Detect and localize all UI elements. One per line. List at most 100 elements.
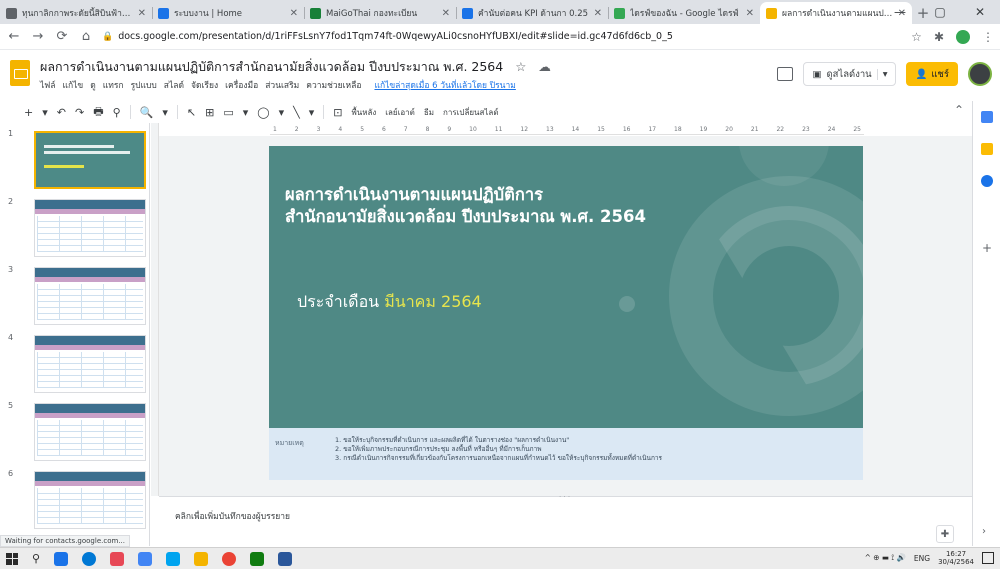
toolbar-button-20[interactable]: ⊡ <box>333 106 342 119</box>
slide-thumbnail[interactable] <box>34 267 146 325</box>
toolbar-background-button[interactable]: พื้นหลัง <box>351 106 376 119</box>
taskbar-app-icon[interactable] <box>110 551 125 566</box>
toolbar-button-12[interactable]: ⊞ <box>205 106 214 119</box>
slide-thumbnail-row[interactable]: 2 <box>0 195 150 261</box>
keep-icon[interactable] <box>981 143 993 155</box>
clock[interactable]: 16:27 30/4/2564 <box>938 550 974 566</box>
slide-subtitle[interactable]: ประจำเดือน มีนาคม 2564 <box>297 290 482 315</box>
slide-filmstrip[interactable]: 1 2 3 4 5 6 <box>0 123 150 546</box>
notes-resize-handle[interactable]: · · · <box>559 493 570 501</box>
speaker-notes-placeholder[interactable]: คลิกเพื่อเพิ่มบันทึกของผู้บรรยาย <box>175 509 290 523</box>
explore-button[interactable]: ✚ <box>936 525 954 543</box>
menu-item-8[interactable]: เครื่องมือ <box>225 78 258 92</box>
slide-thumbnail[interactable] <box>34 199 146 257</box>
browser-tab-5[interactable]: ไดรฟ์ของฉัน - Google ไดรฟ์ ✕ <box>608 2 760 24</box>
close-window-button[interactable]: ✕ <box>960 0 1000 24</box>
slide-thumbnail[interactable] <box>34 403 146 461</box>
forward-button[interactable]: → <box>30 29 46 44</box>
browser-tab-1[interactable]: ทุนกาลิกกาพระดัยนี้สิบินฟ้าสีคราม ✕ <box>0 2 152 24</box>
toolbar-transition-button[interactable]: การเปลี่ยนสไลด์ <box>443 106 499 119</box>
slide-note-box[interactable]: หมายเหตุ 1. ขอให้ระบุกิจกรรมที่ดำเนินการ… <box>269 428 863 480</box>
tab-close-icon[interactable]: ✕ <box>138 8 146 19</box>
speaker-notes-panel[interactable]: · · · คลิกเพื่อเพิ่มบันทึกของผู้บรรยาย ✚ <box>159 493 972 546</box>
toolbar-layout-button[interactable]: เลย์เอาต์ <box>385 106 415 119</box>
document-title-text[interactable]: ผลการดำเนินงานตามแผนปฏิบัติการสำนักอนามั… <box>40 59 503 74</box>
slide-thumbnail-row[interactable]: 3 <box>0 263 150 329</box>
toolbar-button-2[interactable]: ▾ <box>42 106 48 119</box>
comment-history-icon[interactable] <box>777 67 794 81</box>
slide-thumbnail[interactable] <box>34 131 146 189</box>
menu-item-2[interactable]: แก้ไข <box>63 78 84 92</box>
toolbar-button-11[interactable]: ↖ <box>187 106 196 119</box>
toolbar-button-18[interactable]: ▾ <box>309 106 315 119</box>
slide-thumbnail[interactable] <box>34 471 146 529</box>
slide-title[interactable]: ผลการดำเนินงานตามแผนปฏิบัติการ สำนักอนาม… <box>285 184 765 228</box>
menu-item-5[interactable]: รูปแบบ <box>131 78 157 92</box>
toolbar-button-14[interactable]: ▾ <box>243 106 249 119</box>
taskbar-app-icon[interactable] <box>82 551 97 566</box>
maximize-button[interactable]: ▢ <box>920 0 960 24</box>
tab-close-icon[interactable]: ✕ <box>594 8 602 19</box>
browser-tab-2[interactable]: ระบบงาน | Home ✕ <box>152 2 304 24</box>
collapse-toolbar-icon[interactable]: ⌃ <box>954 103 964 117</box>
toolbar-button-17[interactable]: ╲ <box>293 106 300 119</box>
slide-thumbnail-row[interactable]: 5 <box>0 399 150 465</box>
profile-extension-icon[interactable] <box>956 29 970 44</box>
back-button[interactable]: ← <box>6 29 22 44</box>
menu-item-7[interactable]: จัดเรียง <box>191 78 218 92</box>
menu-item-1[interactable]: ไฟล์ <box>40 78 56 92</box>
slide-canvas[interactable]: ผลการดำเนินงานตามแผนปฏิบัติการ สำนักอนาม… <box>159 136 972 496</box>
menu-item-4[interactable]: แทรก <box>103 78 124 92</box>
toolbar-button-15[interactable]: ◯ <box>257 106 269 119</box>
start-menu-icon[interactable] <box>6 552 18 565</box>
slide-thumbnail-row[interactable]: 6 <box>0 467 150 533</box>
browser-tab-3[interactable]: MaiGoThai กองทะเบียน ✕ <box>304 2 456 24</box>
document-title[interactable]: ผลการดำเนินงานตามแผนปฏิบัติการสำนักอนามั… <box>40 57 551 77</box>
extensions-icon[interactable]: ✱ <box>934 30 944 44</box>
tab-close-icon[interactable]: ✕ <box>746 8 754 19</box>
taskbar-app-icon[interactable] <box>278 551 293 566</box>
toolbar-button-8[interactable]: 🔍 <box>140 106 154 119</box>
last-edit-link[interactable]: แก้ไขล่าสุดเมื่อ 6 วันที่แล้วโดย ปิรนาม <box>374 78 515 92</box>
cloud-status-icon[interactable]: ☁ <box>538 59 551 74</box>
notification-icon[interactable] <box>982 552 994 564</box>
taskbar-app-icon[interactable] <box>54 551 69 566</box>
present-button[interactable]: ▣ ดูสไลด์งาน ▾ <box>803 62 897 86</box>
language-indicator[interactable]: ENG <box>914 554 930 563</box>
taskbar-app-icon[interactable] <box>250 551 265 566</box>
menu-item-3[interactable]: ดู <box>90 78 96 92</box>
home-button[interactable]: ⌂ <box>78 29 94 44</box>
tray-icons[interactable]: ^ ⊕ ▬ ⟟ 🔊 <box>865 553 906 563</box>
menu-item-10[interactable]: ความช่วยเหลือ <box>306 78 361 92</box>
present-dropdown-icon[interactable]: ▾ <box>876 68 887 80</box>
calendar-icon[interactable] <box>981 111 993 123</box>
star-icon[interactable]: ☆ <box>515 59 526 74</box>
taskbar-app-icon[interactable] <box>166 551 181 566</box>
toolbar-button-3[interactable]: ↶ <box>57 106 66 119</box>
expand-side-panel-icon[interactable]: › <box>982 526 986 537</box>
toolbar-button-4[interactable]: ↷ <box>75 106 84 119</box>
taskbar-app-icon[interactable] <box>138 551 153 566</box>
browser-menu-icon[interactable]: ⋮ <box>982 30 994 44</box>
toolbar-button-5[interactable]: 🖶 <box>93 103 103 122</box>
share-button[interactable]: 👤 แชร์ <box>906 62 958 86</box>
minimize-button[interactable]: — <box>880 0 920 24</box>
slide-thumbnail[interactable] <box>34 335 146 393</box>
menu-item-6[interactable]: สไลด์ <box>164 78 184 92</box>
slide-thumbnail-row[interactable]: 4 <box>0 331 150 397</box>
toolbar-theme-button[interactable]: ธีม <box>424 106 434 119</box>
tab-close-icon[interactable]: ✕ <box>442 8 450 19</box>
menu-item-9[interactable]: ส่วนเสริม <box>265 78 299 92</box>
current-slide[interactable]: ผลการดำเนินงานตามแผนปฏิบัติการ สำนักอนาม… <box>269 146 863 480</box>
reload-button[interactable]: ⟳ <box>54 29 70 44</box>
url-input[interactable]: 🔒 docs.google.com/presentation/d/1riFFsL… <box>102 27 903 47</box>
toolbar-button-6[interactable]: ⚲ <box>113 106 121 119</box>
toolbar-button-9[interactable]: ▾ <box>162 106 168 119</box>
taskbar-app-icon[interactable] <box>194 551 209 566</box>
toolbar-button-13[interactable]: ▭ <box>223 106 233 119</box>
search-icon[interactable]: ⚲ <box>32 552 40 565</box>
slide-thumbnail-row[interactable]: 1 <box>0 127 150 193</box>
taskbar-app-icon[interactable] <box>222 551 237 566</box>
tab-close-icon[interactable]: ✕ <box>290 8 298 19</box>
get-addons-icon[interactable]: + <box>982 241 992 255</box>
